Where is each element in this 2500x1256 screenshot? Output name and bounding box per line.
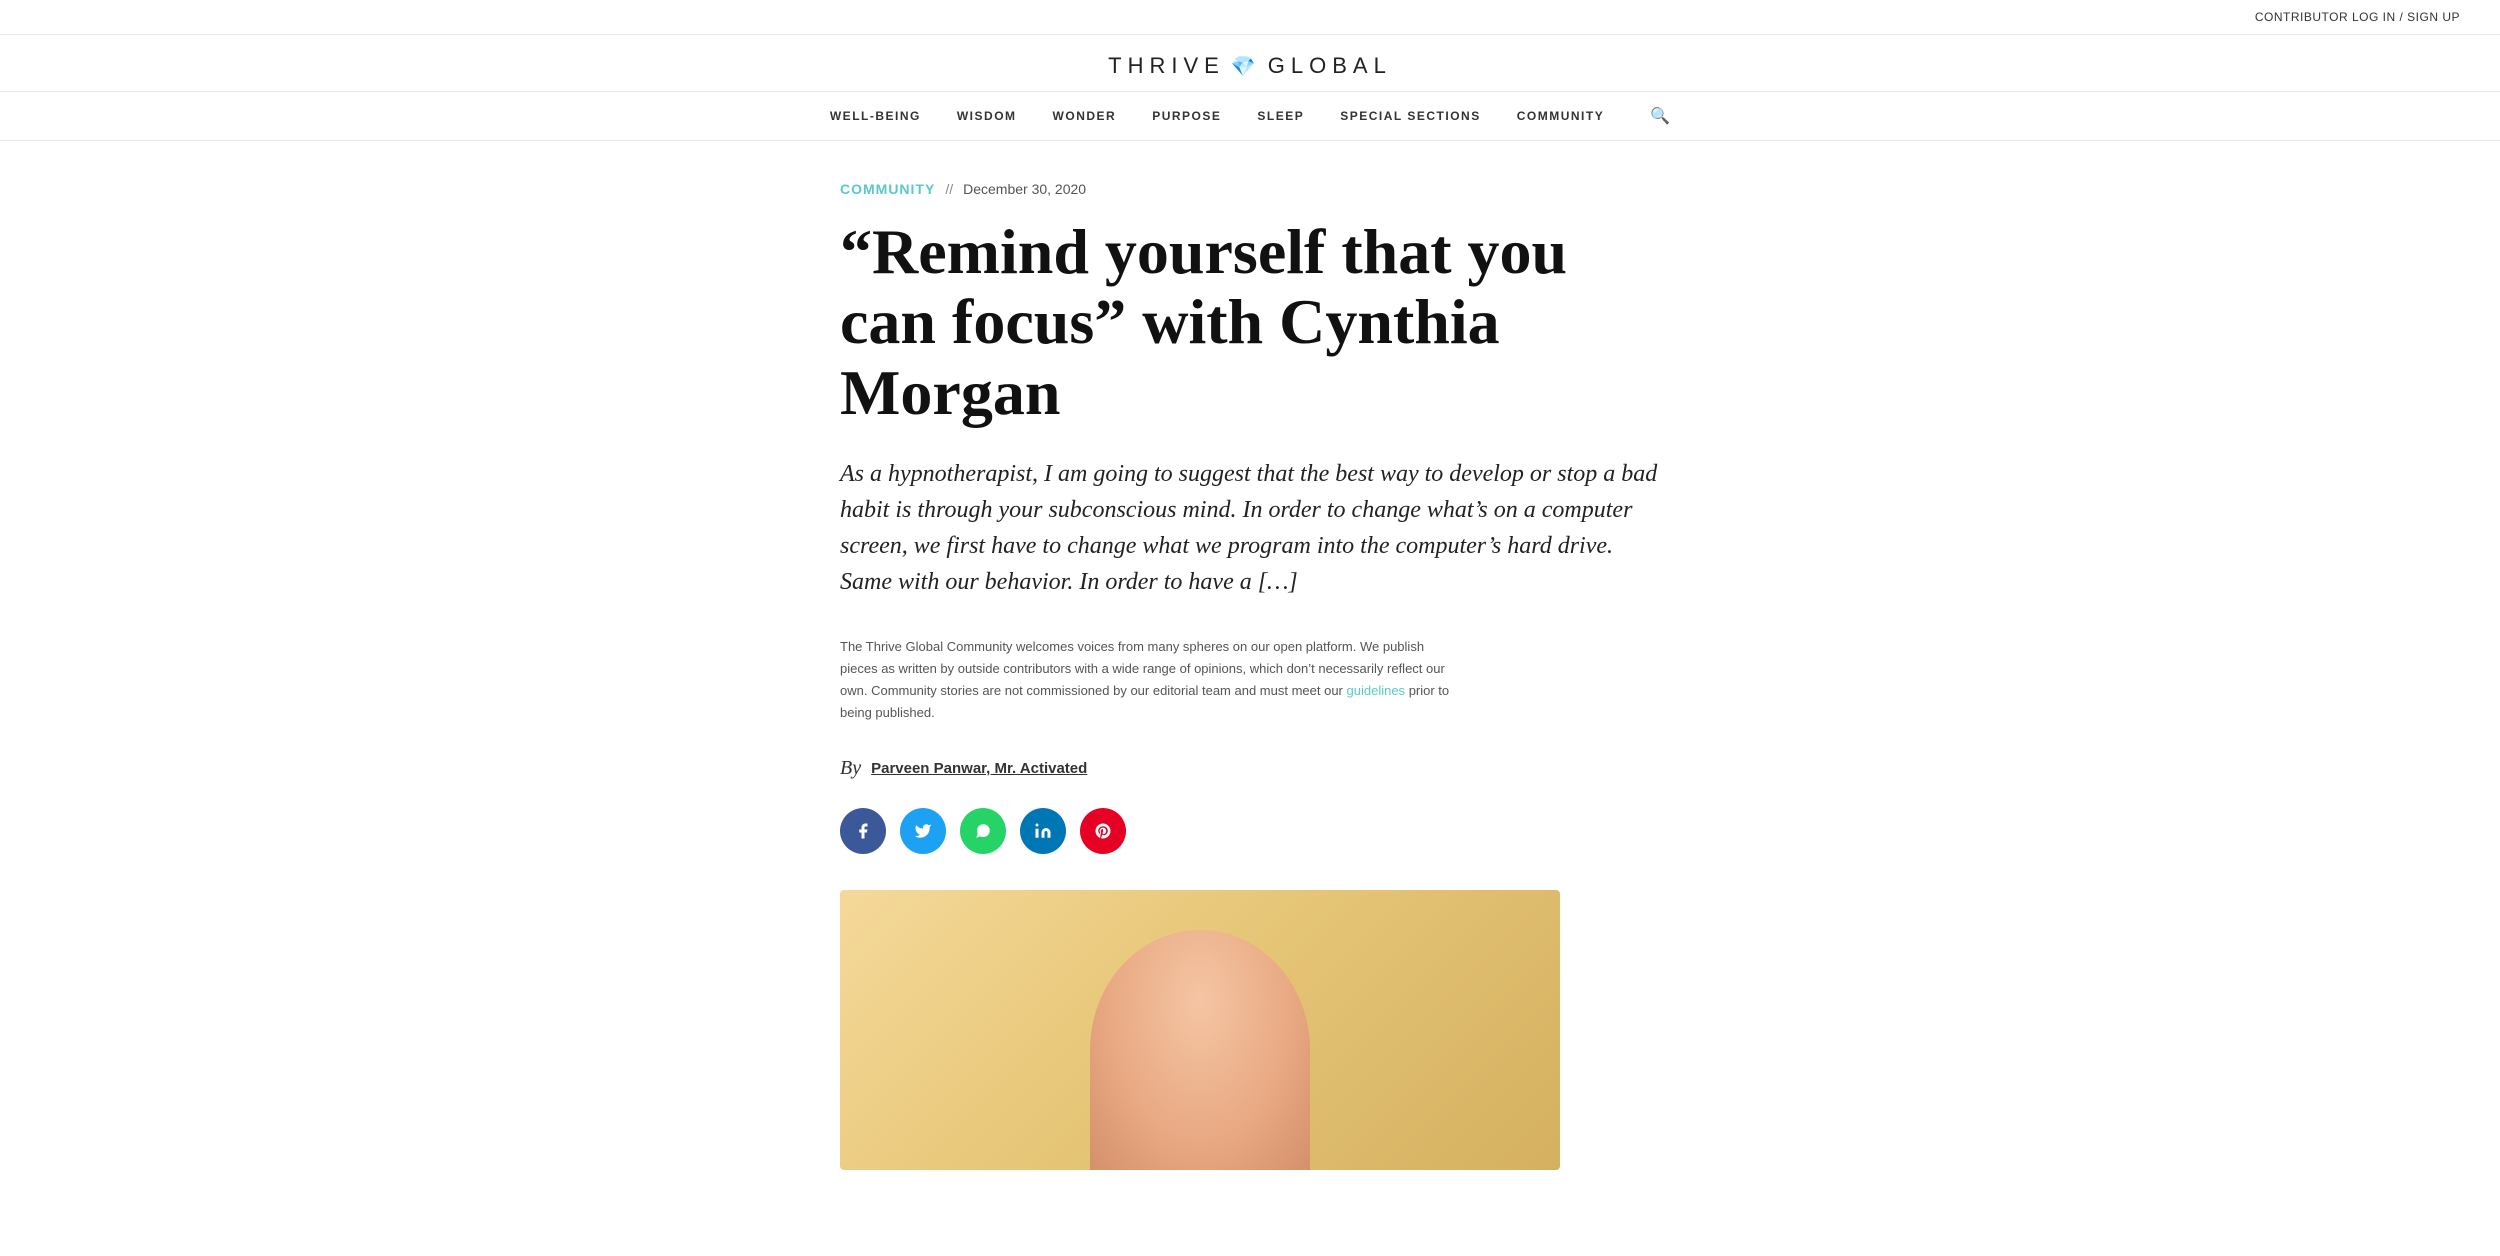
hero-image-figure	[1090, 930, 1310, 1170]
nav-wisdom[interactable]: WISDOM	[957, 109, 1017, 123]
article-main: COMMUNITY // December 30, 2020 “Remind y…	[800, 141, 1700, 1170]
article-date: December 30, 2020	[963, 181, 1086, 197]
disclaimer-text: The Thrive Global Community welcomes voi…	[840, 636, 1460, 724]
author-row: By Parveen Panwar, Mr. Activated	[840, 757, 1660, 780]
logo-part2: GLOBAL	[1268, 53, 1392, 79]
nav-community[interactable]: COMMUNITY	[1517, 109, 1605, 123]
whatsapp-icon	[974, 822, 992, 840]
site-logo[interactable]: THRIVE 💎 GLOBAL	[1108, 53, 1392, 79]
breadcrumb: COMMUNITY // December 30, 2020	[840, 181, 1660, 197]
logo-diamond-icon: 💎	[1231, 54, 1262, 79]
twitter-icon	[914, 822, 932, 840]
nav-wonder[interactable]: WONDER	[1053, 109, 1117, 123]
search-icon[interactable]: 🔍	[1650, 106, 1670, 126]
nav-special-sections[interactable]: SPECIAL SECTIONS	[1340, 109, 1480, 123]
nav-sleep[interactable]: SLEEP	[1257, 109, 1304, 123]
pinterest-icon	[1094, 822, 1112, 840]
nav-purpose[interactable]: PURPOSE	[1152, 109, 1221, 123]
top-bar: CONTRIBUTOR LOG IN / SIGN UP	[0, 0, 2500, 35]
guidelines-link[interactable]: guidelines	[1347, 683, 1406, 698]
share-facebook-button[interactable]	[840, 808, 886, 854]
facebook-icon	[854, 822, 872, 840]
linkedin-icon	[1034, 822, 1052, 840]
share-pinterest-button[interactable]	[1080, 808, 1126, 854]
main-nav: WELL-BEING WISDOM WONDER PURPOSE SLEEP S…	[0, 92, 2500, 141]
breadcrumb-separator: //	[945, 181, 953, 197]
nav-wellbeing[interactable]: WELL-BEING	[830, 109, 921, 123]
category-link[interactable]: COMMUNITY	[840, 181, 935, 197]
author-name[interactable]: Parveen Panwar, Mr. Activated	[871, 760, 1087, 777]
share-whatsapp-button[interactable]	[960, 808, 1006, 854]
share-linkedin-button[interactable]	[1020, 808, 1066, 854]
author-by-label: By	[840, 757, 861, 780]
social-share-row	[840, 808, 1660, 854]
auth-links[interactable]: CONTRIBUTOR LOG IN / SIGN UP	[2255, 10, 2460, 24]
share-twitter-button[interactable]	[900, 808, 946, 854]
article-subtitle: As a hypnotherapist, I am going to sugge…	[840, 456, 1660, 600]
hero-image	[840, 890, 1560, 1170]
logo-part1: THRIVE	[1108, 53, 1225, 79]
article-title: “Remind yourself that you can focus” wit…	[840, 217, 1660, 428]
logo-bar: THRIVE 💎 GLOBAL	[0, 35, 2500, 92]
